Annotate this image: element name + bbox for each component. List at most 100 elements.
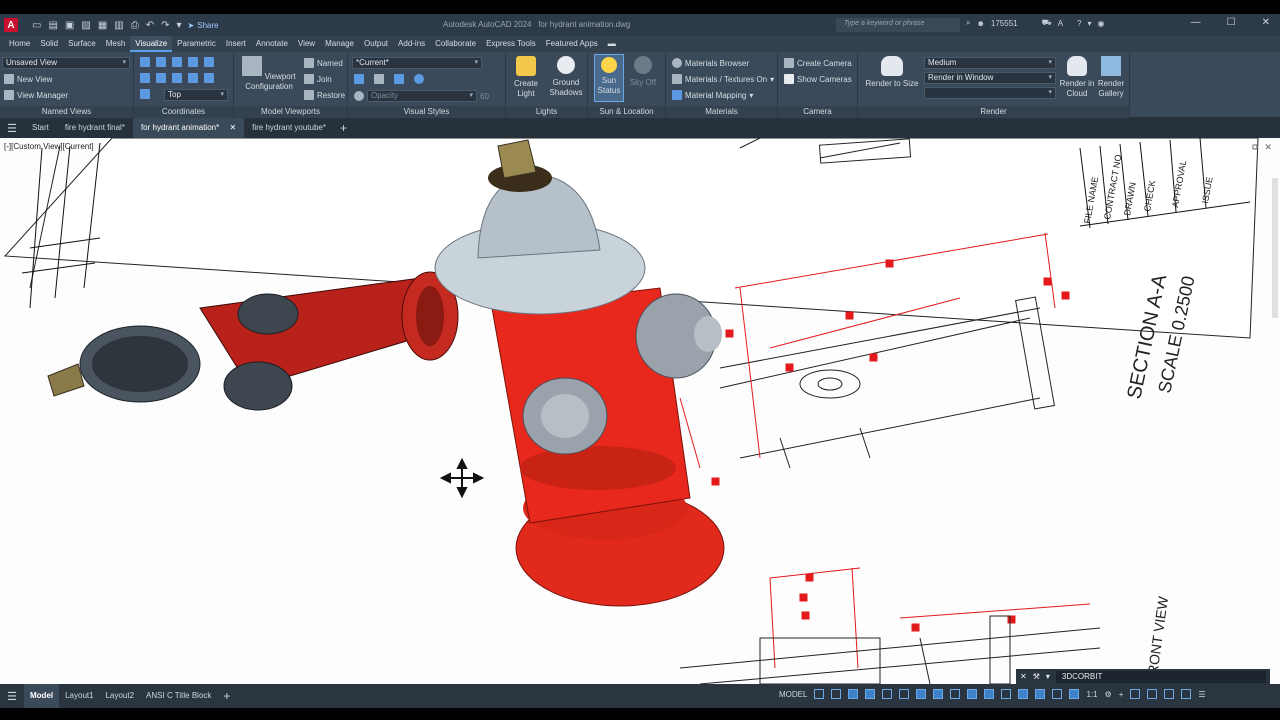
named-view-combo[interactable]: Unsaved View: [2, 57, 130, 69]
app-logo[interactable]: A: [4, 18, 18, 32]
ucs-object-icon[interactable]: [140, 73, 150, 83]
panel-title-materials[interactable]: Materials: [666, 106, 777, 118]
annotation-visibility-icon[interactable]: [1069, 689, 1080, 699]
model-space-toggle[interactable]: MODEL: [779, 690, 807, 699]
tab-collaborate[interactable]: Collaborate: [430, 36, 481, 52]
render-gallery-button[interactable]: Render Gallery: [1094, 56, 1128, 99]
new-view-button[interactable]: New View: [4, 74, 52, 84]
new-tab-icon[interactable]: +: [340, 121, 347, 135]
tab-visualize[interactable]: Visualize: [130, 36, 173, 52]
search-icon[interactable]: ⌕: [966, 18, 970, 28]
coordinates-combo[interactable]: Top: [164, 89, 228, 101]
object-snap-icon[interactable]: [933, 689, 944, 699]
quick-properties-icon[interactable]: [1147, 689, 1158, 699]
shadow-icon[interactable]: [414, 74, 424, 84]
doc-tab-fire-hydrant-youtube[interactable]: fire hydrant youtube*: [244, 118, 334, 138]
doc-tab-fire-hydrant-final[interactable]: fire hydrant final*: [57, 118, 133, 138]
isodraft-icon[interactable]: [899, 689, 910, 699]
tab-add-ins[interactable]: Add-ins: [393, 36, 430, 52]
ucs-z-icon[interactable]: [204, 73, 214, 83]
user-name[interactable]: 175551: [991, 19, 1018, 28]
ucs-z-axis-icon[interactable]: [140, 89, 150, 99]
doc-tab-for-hydrant-animation[interactable]: for hydrant animation* ✕: [132, 118, 245, 138]
save-as-icon[interactable]: ▨: [81, 20, 90, 31]
opacity-slider[interactable]: Opacity: [367, 90, 477, 102]
ground-shadows-button[interactable]: Ground Shadows: [546, 56, 586, 98]
infer-constraints-icon[interactable]: [848, 689, 859, 699]
tab-insert[interactable]: Insert: [221, 36, 251, 52]
material-mapping-button[interactable]: Material Mapping ▾: [672, 90, 753, 100]
grid-icon[interactable]: [814, 689, 825, 699]
command-history-icon[interactable]: ▾: [1046, 672, 1050, 681]
layout-tab-ansi-c[interactable]: ANSI C Title Block: [140, 684, 217, 708]
redo-icon[interactable]: ↷: [161, 20, 169, 31]
panel-title-lights[interactable]: Lights: [506, 106, 587, 118]
create-camera-button[interactable]: Create Camera: [784, 58, 852, 68]
render-to-size-button[interactable]: Render to Size: [864, 56, 920, 89]
drawing-viewport[interactable]: SECTION A-A SCALE 0.2500 FRONT VIEW FILE…: [0, 138, 1280, 684]
viewport-restore-icon[interactable]: ⧉: [1252, 142, 1258, 153]
user-icon[interactable]: ☻: [976, 19, 984, 28]
new-file-icon[interactable]: ▭: [32, 20, 41, 31]
tab-featured-apps[interactable]: Featured Apps: [541, 36, 603, 52]
ortho-icon[interactable]: [865, 689, 876, 699]
show-cameras-button[interactable]: Show Cameras: [784, 74, 852, 84]
share-button[interactable]: ➤ Share: [188, 21, 219, 30]
help-dropdown-icon[interactable]: ▾: [1087, 19, 1091, 28]
hydrant-lying-model[interactable]: [47, 271, 459, 411]
sky-off-button[interactable]: Sky Off: [626, 56, 660, 88]
ucs-y-icon[interactable]: [188, 73, 198, 83]
panel-title-visual-styles[interactable]: Visual Styles: [348, 106, 505, 118]
lineweight-icon[interactable]: [950, 689, 961, 699]
object-snap-tracking-icon[interactable]: [916, 689, 927, 699]
gizmo-icon[interactable]: [1052, 689, 1063, 699]
close-icon[interactable]: ✕: [1262, 17, 1270, 28]
ucs-view-icon[interactable]: [156, 73, 166, 83]
command-settings-icon[interactable]: ⚒: [1033, 672, 1040, 681]
tab-output[interactable]: Output: [359, 36, 393, 52]
render-exposure-slider[interactable]: [924, 87, 1056, 99]
undo-icon[interactable]: ↶: [146, 20, 154, 31]
command-close-icon[interactable]: ✕: [1020, 672, 1027, 681]
minimize-icon[interactable]: —: [1191, 17, 1201, 28]
customize-icon[interactable]: ☰: [1198, 690, 1205, 699]
community-icon[interactable]: ◉: [1098, 19, 1105, 28]
face-effects-icon[interactable]: [374, 74, 384, 84]
hamburger-menu-icon[interactable]: ☰: [0, 122, 24, 135]
save-web-icon[interactable]: ▥: [114, 20, 123, 31]
transparency-icon[interactable]: [967, 689, 978, 699]
customize-qat-icon[interactable]: ▾: [177, 20, 182, 31]
layout-tab-model[interactable]: Model: [24, 684, 60, 708]
layout-tab-layout1[interactable]: Layout1: [59, 684, 99, 708]
open-web-icon[interactable]: ▦: [98, 20, 107, 31]
ucs-world-icon[interactable]: [156, 57, 166, 67]
sun-status-button[interactable]: Sun Status: [594, 54, 624, 102]
doc-tab-start[interactable]: Start: [24, 118, 57, 138]
navigation-bar[interactable]: [1272, 178, 1278, 318]
viewport-label[interactable]: [-][Custom View][Current]: [4, 142, 94, 151]
layout-menu-icon[interactable]: ☰: [0, 690, 24, 703]
tab-view[interactable]: View: [293, 36, 320, 52]
join-viewports-button[interactable]: Join: [304, 74, 332, 84]
annotation-monitor-icon[interactable]: +: [1119, 690, 1124, 699]
isolate-objects-icon[interactable]: [1181, 689, 1192, 699]
workspace-gear-icon[interactable]: ⚙: [1105, 690, 1112, 699]
command-line[interactable]: ✕ ⚒ ▾ 3DCORBIT: [1016, 669, 1270, 684]
panel-title-render[interactable]: Render: [858, 106, 1129, 118]
ucs-previous-icon[interactable]: [172, 57, 182, 67]
command-input[interactable]: 3DCORBIT: [1055, 670, 1266, 683]
close-tab-icon[interactable]: ✕: [229, 123, 236, 132]
autodesk-a-icon[interactable]: A: [1058, 19, 1063, 28]
selection-filter-icon[interactable]: [1035, 689, 1046, 699]
add-layout-icon[interactable]: +: [223, 689, 230, 703]
ucs-3point-icon[interactable]: [204, 57, 214, 67]
maximize-icon[interactable]: ☐: [1227, 17, 1236, 28]
ucs-origin-icon[interactable]: [188, 57, 198, 67]
materials-browser-button[interactable]: Materials Browser: [672, 58, 749, 68]
materials-textures-button[interactable]: Materials / Textures On ▾: [672, 74, 774, 84]
dynamic-ucs-icon[interactable]: [1018, 689, 1029, 699]
render-target-combo[interactable]: Render in Window: [924, 72, 1056, 84]
lock-ui-icon[interactable]: [1164, 689, 1175, 699]
3d-osnap-icon[interactable]: [1001, 689, 1012, 699]
named-viewports-button[interactable]: Named: [304, 58, 343, 68]
